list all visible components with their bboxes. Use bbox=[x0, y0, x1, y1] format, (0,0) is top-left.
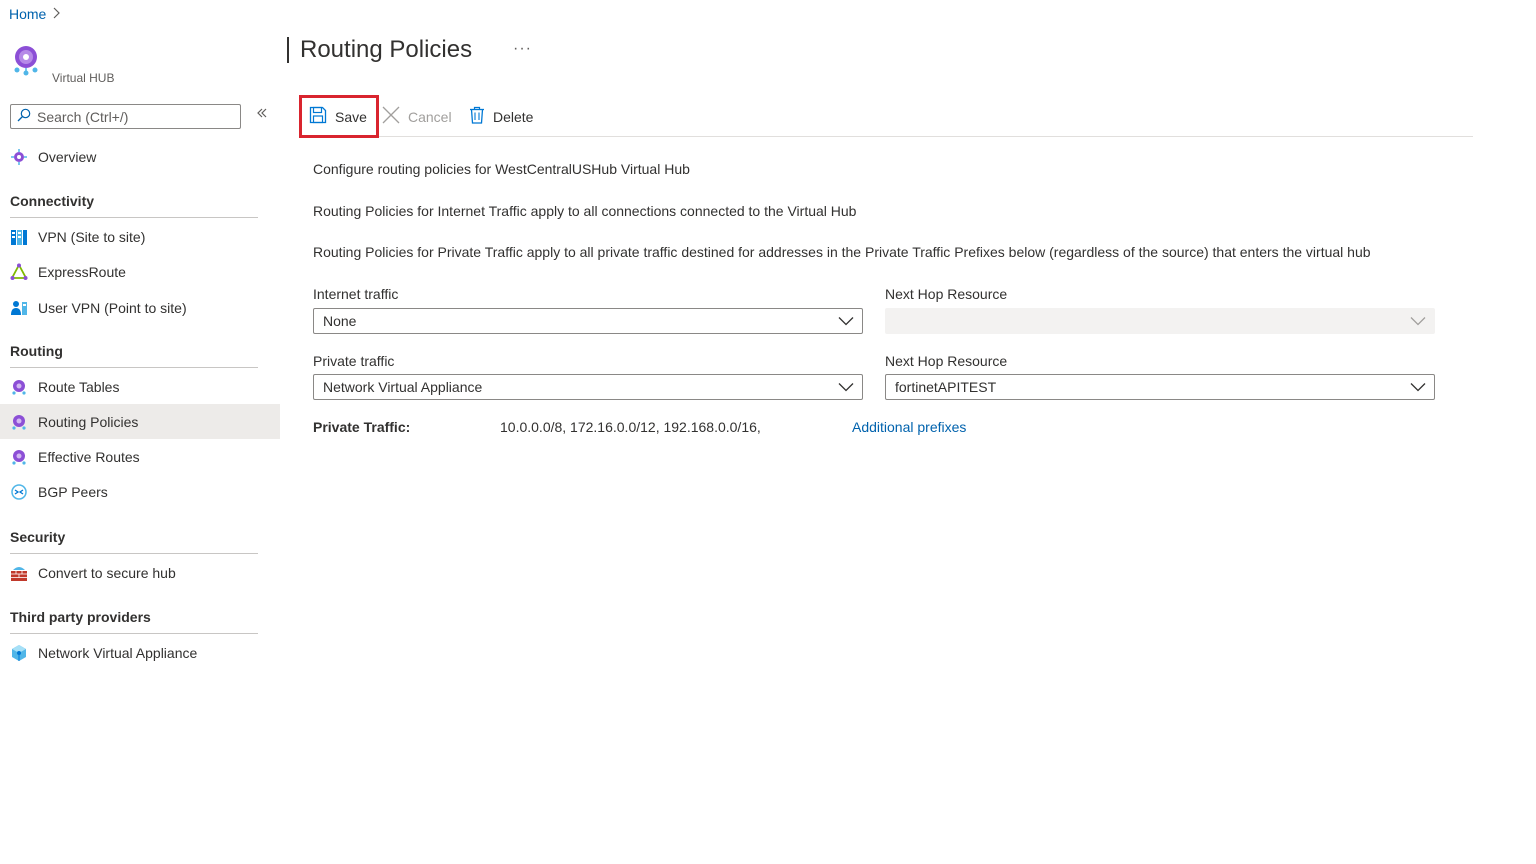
internet-traffic-dropdown[interactable]: None bbox=[313, 308, 863, 334]
chevron-down-icon bbox=[1410, 379, 1426, 398]
page-title-text: Routing Policies bbox=[300, 36, 473, 63]
private-traffic-prefixes-label: Private Traffic: bbox=[313, 419, 411, 435]
delete-button[interactable]: Delete bbox=[469, 96, 533, 137]
chevron-right-icon bbox=[52, 7, 61, 22]
resource-header: Virtual HUB bbox=[10, 44, 280, 90]
sidebar-item-label: VPN (Site to site) bbox=[38, 228, 146, 245]
more-options-button[interactable]: ··· bbox=[513, 40, 532, 58]
private-traffic-prefixes-value: 10.0.0.0/8, 172.16.0.0/12, 192.168.0.0/1… bbox=[500, 419, 761, 435]
cancel-label: Cancel bbox=[408, 108, 452, 125]
delete-label: Delete bbox=[493, 108, 534, 125]
sidebar-item-effective-routes[interactable]: Effective Routes bbox=[0, 439, 280, 474]
private-traffic-value: Network Virtual Appliance bbox=[323, 379, 483, 395]
command-bar: Save Cancel Delete bbox=[299, 95, 1473, 138]
page-title: Routing Policies bbox=[287, 36, 472, 64]
description-configure: Configure routing policies for WestCentr… bbox=[313, 161, 690, 177]
firewall-icon bbox=[10, 564, 28, 582]
cancel-button[interactable]: Cancel bbox=[382, 96, 452, 137]
sidebar-item-label: Route Tables bbox=[38, 378, 120, 395]
chevron-down-icon bbox=[838, 379, 854, 398]
section-header-routing: Routing bbox=[10, 343, 258, 368]
description-private-traffic: Routing Policies for Private Traffic app… bbox=[313, 244, 1371, 260]
next-hop-resource-value-2: fortinetAPITEST bbox=[895, 379, 997, 395]
sidebar-item-user-vpn[interactable]: User VPN (Point to site) bbox=[0, 290, 280, 325]
private-traffic-label: Private traffic bbox=[313, 353, 395, 369]
section-header-third-party-providers: Third party providers bbox=[10, 609, 258, 634]
breadcrumb: Home bbox=[9, 6, 61, 22]
sidebar-item-label: Routing Policies bbox=[38, 413, 139, 430]
sidebar-item-expressroute[interactable]: ExpressRoute bbox=[0, 254, 280, 289]
sidebar-item-routing-policies[interactable]: Routing Policies bbox=[0, 404, 280, 439]
save-button[interactable]: Save bbox=[299, 95, 379, 138]
next-hop-resource-dropdown-1 bbox=[885, 308, 1435, 334]
sidebar-item-overview[interactable]: Overview bbox=[0, 139, 280, 174]
virtual-hub-icon bbox=[11, 44, 41, 76]
section-header-connectivity: Connectivity bbox=[10, 193, 258, 218]
user-vpn-icon bbox=[10, 299, 28, 317]
additional-prefixes-link[interactable]: Additional prefixes bbox=[852, 419, 966, 435]
chevron-down-icon bbox=[1410, 313, 1426, 332]
chevron-down-icon bbox=[838, 313, 854, 332]
next-hop-resource-label-2: Next Hop Resource bbox=[885, 353, 1008, 369]
expressroute-icon bbox=[10, 262, 28, 281]
section-header-security: Security bbox=[10, 529, 258, 554]
sidebar-item-label: BGP Peers bbox=[38, 483, 108, 500]
sidebar-item-label: Convert to secure hub bbox=[38, 564, 176, 581]
internet-traffic-value: None bbox=[323, 313, 357, 329]
title-divider bbox=[287, 37, 289, 63]
trash-icon bbox=[469, 106, 485, 127]
save-label: Save bbox=[335, 108, 367, 125]
close-icon bbox=[382, 106, 400, 127]
sidebar-item-convert-to-secure-hub[interactable]: Convert to secure hub bbox=[0, 555, 280, 590]
description-internet-traffic: Routing Policies for Internet Traffic ap… bbox=[313, 203, 857, 219]
effective-routes-icon bbox=[10, 448, 28, 466]
save-icon bbox=[309, 106, 327, 127]
sidebar-item-label: Network Virtual Appliance bbox=[38, 644, 198, 661]
overview-icon bbox=[10, 148, 28, 166]
bgp-peers-icon bbox=[10, 483, 28, 501]
search-icon bbox=[17, 108, 31, 125]
resource-type-label: Virtual HUB bbox=[52, 71, 115, 85]
search-input[interactable] bbox=[37, 108, 227, 125]
sidebar-item-vpn-site-to-site[interactable]: VPN (Site to site) bbox=[0, 219, 280, 254]
sidebar-item-label: Overview bbox=[38, 148, 97, 165]
sidebar-item-bgp-peers[interactable]: BGP Peers bbox=[0, 474, 280, 509]
vpn-gateway-icon bbox=[10, 228, 28, 246]
routing-policies-icon bbox=[10, 413, 28, 431]
internet-traffic-label: Internet traffic bbox=[313, 286, 399, 302]
network-virtual-appliance-icon bbox=[10, 644, 28, 662]
route-tables-icon bbox=[10, 378, 28, 396]
breadcrumb-home-link[interactable]: Home bbox=[9, 6, 46, 22]
collapse-sidebar-icon[interactable] bbox=[256, 106, 268, 124]
next-hop-resource-label-1: Next Hop Resource bbox=[885, 286, 1008, 302]
sidebar-item-label: User VPN (Point to site) bbox=[38, 299, 187, 316]
sidebar-item-label: Effective Routes bbox=[38, 448, 140, 465]
sidebar-item-network-virtual-appliance[interactable]: Network Virtual Appliance bbox=[0, 635, 280, 670]
next-hop-resource-dropdown-2[interactable]: fortinetAPITEST bbox=[885, 374, 1435, 400]
sidebar-item-route-tables[interactable]: Route Tables bbox=[0, 369, 280, 404]
private-traffic-dropdown[interactable]: Network Virtual Appliance bbox=[313, 374, 863, 400]
search-box[interactable] bbox=[10, 104, 241, 129]
sidebar-item-label: ExpressRoute bbox=[38, 263, 126, 280]
